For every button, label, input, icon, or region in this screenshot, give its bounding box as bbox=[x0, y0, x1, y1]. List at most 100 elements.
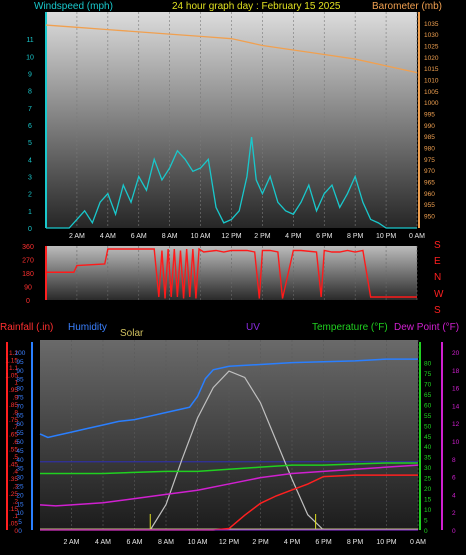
humidity-y-tick: 30 bbox=[16, 475, 24, 482]
wind-axis-title: Windspeed (mph) bbox=[34, 1, 113, 12]
x-tick-label: 0 AM bbox=[409, 233, 425, 240]
temp-y-tick: 55 bbox=[424, 413, 432, 420]
humidity-y-tick: 65 bbox=[16, 412, 24, 419]
humidity-y-tick: 75 bbox=[16, 395, 24, 402]
x-tick-label: 2 PM bbox=[252, 539, 269, 546]
direction-y-tick: 360 bbox=[22, 244, 34, 251]
temp-y-tick: 45 bbox=[424, 434, 432, 441]
x-tick-label: 0 AM bbox=[410, 539, 426, 546]
humidity-y-tick: 10 bbox=[16, 510, 24, 517]
humidity-y-tick: 70 bbox=[16, 403, 24, 410]
temp-y-tick: 50 bbox=[424, 423, 432, 430]
wind-y-tick: 8 bbox=[28, 89, 32, 96]
baro-y-tick: 1025 bbox=[424, 43, 439, 50]
temp-y-tick: 15 bbox=[424, 497, 432, 504]
wind-y-tick: 1 bbox=[28, 209, 32, 216]
temp-y-tick: 0 bbox=[424, 528, 428, 535]
rain-axis-title: Rainfall (.in) bbox=[0, 322, 53, 333]
x-tick-label: 2 PM bbox=[254, 233, 271, 240]
wind-baro-x-ticks: 2 AM 4 AM 6 AM 8 AM 10 AM 12 PM 2 PM 4 PM 6 PM 8 … bbox=[69, 233, 425, 240]
baro-y-tick: 1030 bbox=[424, 32, 439, 39]
x-tick-label: 10 PM bbox=[376, 233, 396, 240]
direction-y-tick: 90 bbox=[24, 285, 32, 292]
rain-y-tick: .05 bbox=[9, 521, 18, 528]
humidity-y-tick: 40 bbox=[16, 457, 24, 464]
uv-y-tick: 8 bbox=[452, 457, 456, 464]
x-tick-label: 10 PM bbox=[376, 539, 396, 546]
humidity-y-tick: 0 bbox=[18, 528, 22, 535]
humidity-y-tick: 25 bbox=[16, 484, 24, 491]
uv-y-tick: 0 bbox=[452, 528, 456, 535]
wind-direction-axes: 0 90 180 270 360 bbox=[22, 244, 47, 305]
x-tick-label: 10 AM bbox=[188, 539, 208, 546]
x-tick-label: 2 AM bbox=[64, 539, 80, 546]
wind-y-tick: 11 bbox=[26, 37, 33, 44]
wind-y-tick: 7 bbox=[28, 106, 32, 113]
humidity-y-tick: 55 bbox=[16, 430, 24, 437]
baro-y-tick: 995 bbox=[424, 111, 435, 118]
baro-y-tick: 965 bbox=[424, 179, 435, 186]
x-tick-label: 12 PM bbox=[221, 233, 241, 240]
baro-y-tick: 970 bbox=[424, 168, 435, 175]
direction-y-tick: 0 bbox=[26, 298, 30, 305]
temp-y-tick: 75 bbox=[424, 371, 432, 378]
baro-y-tick: 980 bbox=[424, 145, 435, 152]
baro-y-tick: 1005 bbox=[424, 89, 439, 96]
wind-y-tick: 4 bbox=[28, 157, 32, 164]
baro-y-tick: 955 bbox=[424, 202, 435, 209]
temp-y-tick: 20 bbox=[424, 486, 432, 493]
x-tick-label: 6 AM bbox=[131, 233, 147, 240]
uv-y-tick: 2 bbox=[452, 510, 456, 517]
x-tick-label: 4 PM bbox=[284, 539, 301, 546]
temp-axis-title: Temperature (°F) bbox=[312, 322, 388, 333]
humidity-y-tick: 5 bbox=[18, 519, 22, 526]
weather-graph-canvas: Windspeed (mph) 24 hour graph day : Febr… bbox=[0, 1, 460, 546]
humidity-y-tick: 15 bbox=[16, 501, 24, 508]
wind-y-tick: 3 bbox=[28, 175, 32, 182]
temp-y-tick: 65 bbox=[424, 392, 432, 399]
baro-y-tick: 1020 bbox=[424, 55, 439, 62]
x-tick-label: 6 PM bbox=[315, 539, 332, 546]
uv-y-tick: 14 bbox=[452, 403, 460, 410]
wind-y-tick: 0 bbox=[28, 226, 32, 233]
x-tick-label: 4 PM bbox=[285, 233, 302, 240]
humidity-y-tick: 90 bbox=[16, 368, 24, 375]
baro-y-tick: 1010 bbox=[424, 77, 439, 84]
uv-y-tick: 18 bbox=[452, 368, 460, 375]
temp-humidity-x-ticks: 2 AM 4 AM 6 AM 8 AM 10 AM 12 PM 2 PM 4 PM 6 PM 8 … bbox=[64, 539, 427, 546]
baro-y-tick: 1000 bbox=[424, 100, 439, 107]
x-tick-label: 6 AM bbox=[127, 539, 143, 546]
compass-e: E bbox=[434, 256, 441, 267]
x-tick-label: 4 AM bbox=[100, 233, 116, 240]
x-tick-label: 8 AM bbox=[162, 233, 178, 240]
compass-s-top: S bbox=[434, 240, 441, 251]
humidity-y-tick: 45 bbox=[16, 448, 24, 455]
x-tick-label: 8 PM bbox=[347, 233, 364, 240]
wind-y-tick: 5 bbox=[28, 140, 32, 147]
temp-y-tick: 30 bbox=[424, 465, 432, 472]
x-tick-label: 6 PM bbox=[316, 233, 333, 240]
solar-axis-title: Solar bbox=[120, 328, 144, 339]
x-tick-label: 8 AM bbox=[158, 539, 174, 546]
humidity-y-tick: 95 bbox=[16, 359, 24, 366]
dew-axis-title: Dew Point (°F) bbox=[394, 322, 459, 333]
humidity-y-tick: 35 bbox=[16, 466, 24, 473]
wind-y-tick: 9 bbox=[28, 72, 32, 79]
uv-y-tick: 6 bbox=[452, 475, 456, 482]
wind-y-tick: 2 bbox=[28, 192, 32, 199]
temp-y-tick: 60 bbox=[424, 402, 432, 409]
direction-y-tick: 270 bbox=[22, 258, 34, 265]
humidity-y-tick: 50 bbox=[16, 439, 24, 446]
compass-legend: S E N W S bbox=[434, 240, 444, 316]
direction-y-tick: 180 bbox=[22, 271, 34, 278]
uv-y-tick: 16 bbox=[452, 386, 460, 393]
uv-y-tick: 4 bbox=[452, 492, 456, 499]
baro-y-tick: 975 bbox=[424, 157, 435, 164]
x-tick-label: 12 PM bbox=[219, 539, 239, 546]
chart-date-title: 24 hour graph day : February 15 2025 bbox=[172, 1, 341, 12]
uv-y-tick: 12 bbox=[452, 421, 460, 428]
x-tick-label: 8 PM bbox=[347, 539, 364, 546]
uv-y-tick: 10 bbox=[452, 439, 460, 446]
compass-n: N bbox=[434, 272, 441, 283]
x-tick-label: 2 AM bbox=[69, 233, 85, 240]
